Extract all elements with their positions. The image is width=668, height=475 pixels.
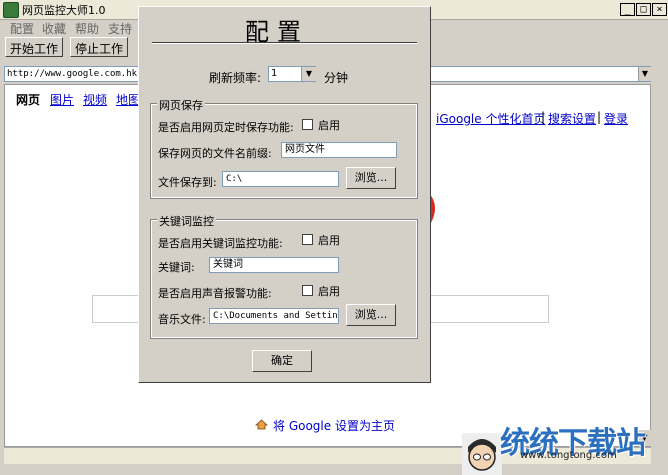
refresh-label: 刷新频率: <box>209 71 262 85</box>
link-separator: | <box>541 110 546 124</box>
save-group-title: 网页保存 <box>157 97 205 113</box>
music-file-label: 音乐文件: <box>158 313 206 326</box>
keyword-field[interactable]: 关键词 <box>209 257 339 273</box>
save-path-field[interactable]: C:\ <box>222 171 339 187</box>
google-nav-web[interactable]: 网页 <box>16 91 40 108</box>
watermark-face-image <box>462 433 502 475</box>
menu-support[interactable]: 支持 <box>108 20 132 37</box>
prefix-label: 保存网页的文件名前缀: <box>158 147 272 160</box>
window-title: 网页监控大师1.0 <box>22 4 106 17</box>
sound-enable-checkbox[interactable] <box>302 285 313 296</box>
search-settings-link[interactable]: 搜索设置 <box>548 110 596 127</box>
chevron-down-icon[interactable]: ▼ <box>301 67 316 81</box>
save-enable-checkbox[interactable] <box>302 119 313 130</box>
save-enable-checkbox-label: 启用 <box>318 119 340 132</box>
music-file-field[interactable]: C:\Documents and Settin <box>209 308 339 324</box>
menu-favorites[interactable]: 收藏 <box>42 20 66 37</box>
prefix-field[interactable]: 网页文件 <box>281 142 397 158</box>
link-separator: | <box>597 110 602 124</box>
keyword-enable-label: 是否启用关键词监控功能: <box>158 237 283 250</box>
keyword-group-title: 关键词监控 <box>157 213 216 229</box>
keyword-enable-checkbox-label: 启用 <box>318 234 340 247</box>
app-icon <box>3 2 19 18</box>
keyword-label: 关键词: <box>158 261 195 274</box>
stop-work-button[interactable]: 停止工作 <box>70 37 129 57</box>
google-nav-maps[interactable]: 地图 <box>116 91 140 108</box>
google-nav-video[interactable]: 视频 <box>83 91 107 108</box>
maximize-button[interactable]: □ <box>636 3 651 16</box>
watermark-url: www.tongtong.com <box>520 450 617 461</box>
close-button[interactable]: × <box>652 3 667 16</box>
home-icon <box>255 419 268 430</box>
address-dropdown-icon[interactable]: ▼ <box>638 67 651 81</box>
set-homepage-link[interactable]: 将 Google 设置为主页 <box>273 417 395 434</box>
menu-config[interactable]: 配置 <box>10 20 34 37</box>
igoogle-link[interactable]: iGoogle 个性化首页 <box>436 110 545 127</box>
start-work-button[interactable]: 开始工作 <box>5 37 64 57</box>
google-nav-images[interactable]: 图片 <box>50 91 74 108</box>
title-divider <box>152 42 417 44</box>
ok-button[interactable]: 确定 <box>252 350 312 372</box>
sound-enable-label: 是否启用声音报警功能: <box>158 287 272 300</box>
refresh-unit: 分钟 <box>324 71 349 85</box>
minimize-button[interactable]: _ <box>620 3 635 16</box>
menu-help[interactable]: 帮助 <box>75 20 99 37</box>
keyword-enable-checkbox[interactable] <box>302 234 313 245</box>
music-browse-button[interactable]: 浏览... <box>346 304 396 326</box>
save-browse-button[interactable]: 浏览... <box>346 167 396 189</box>
save-path-label: 文件保存到: <box>158 176 217 189</box>
login-link[interactable]: 登录 <box>604 110 628 127</box>
save-enable-label: 是否启用网页定时保存功能: <box>158 121 294 134</box>
sound-enable-checkbox-label: 启用 <box>318 285 340 298</box>
